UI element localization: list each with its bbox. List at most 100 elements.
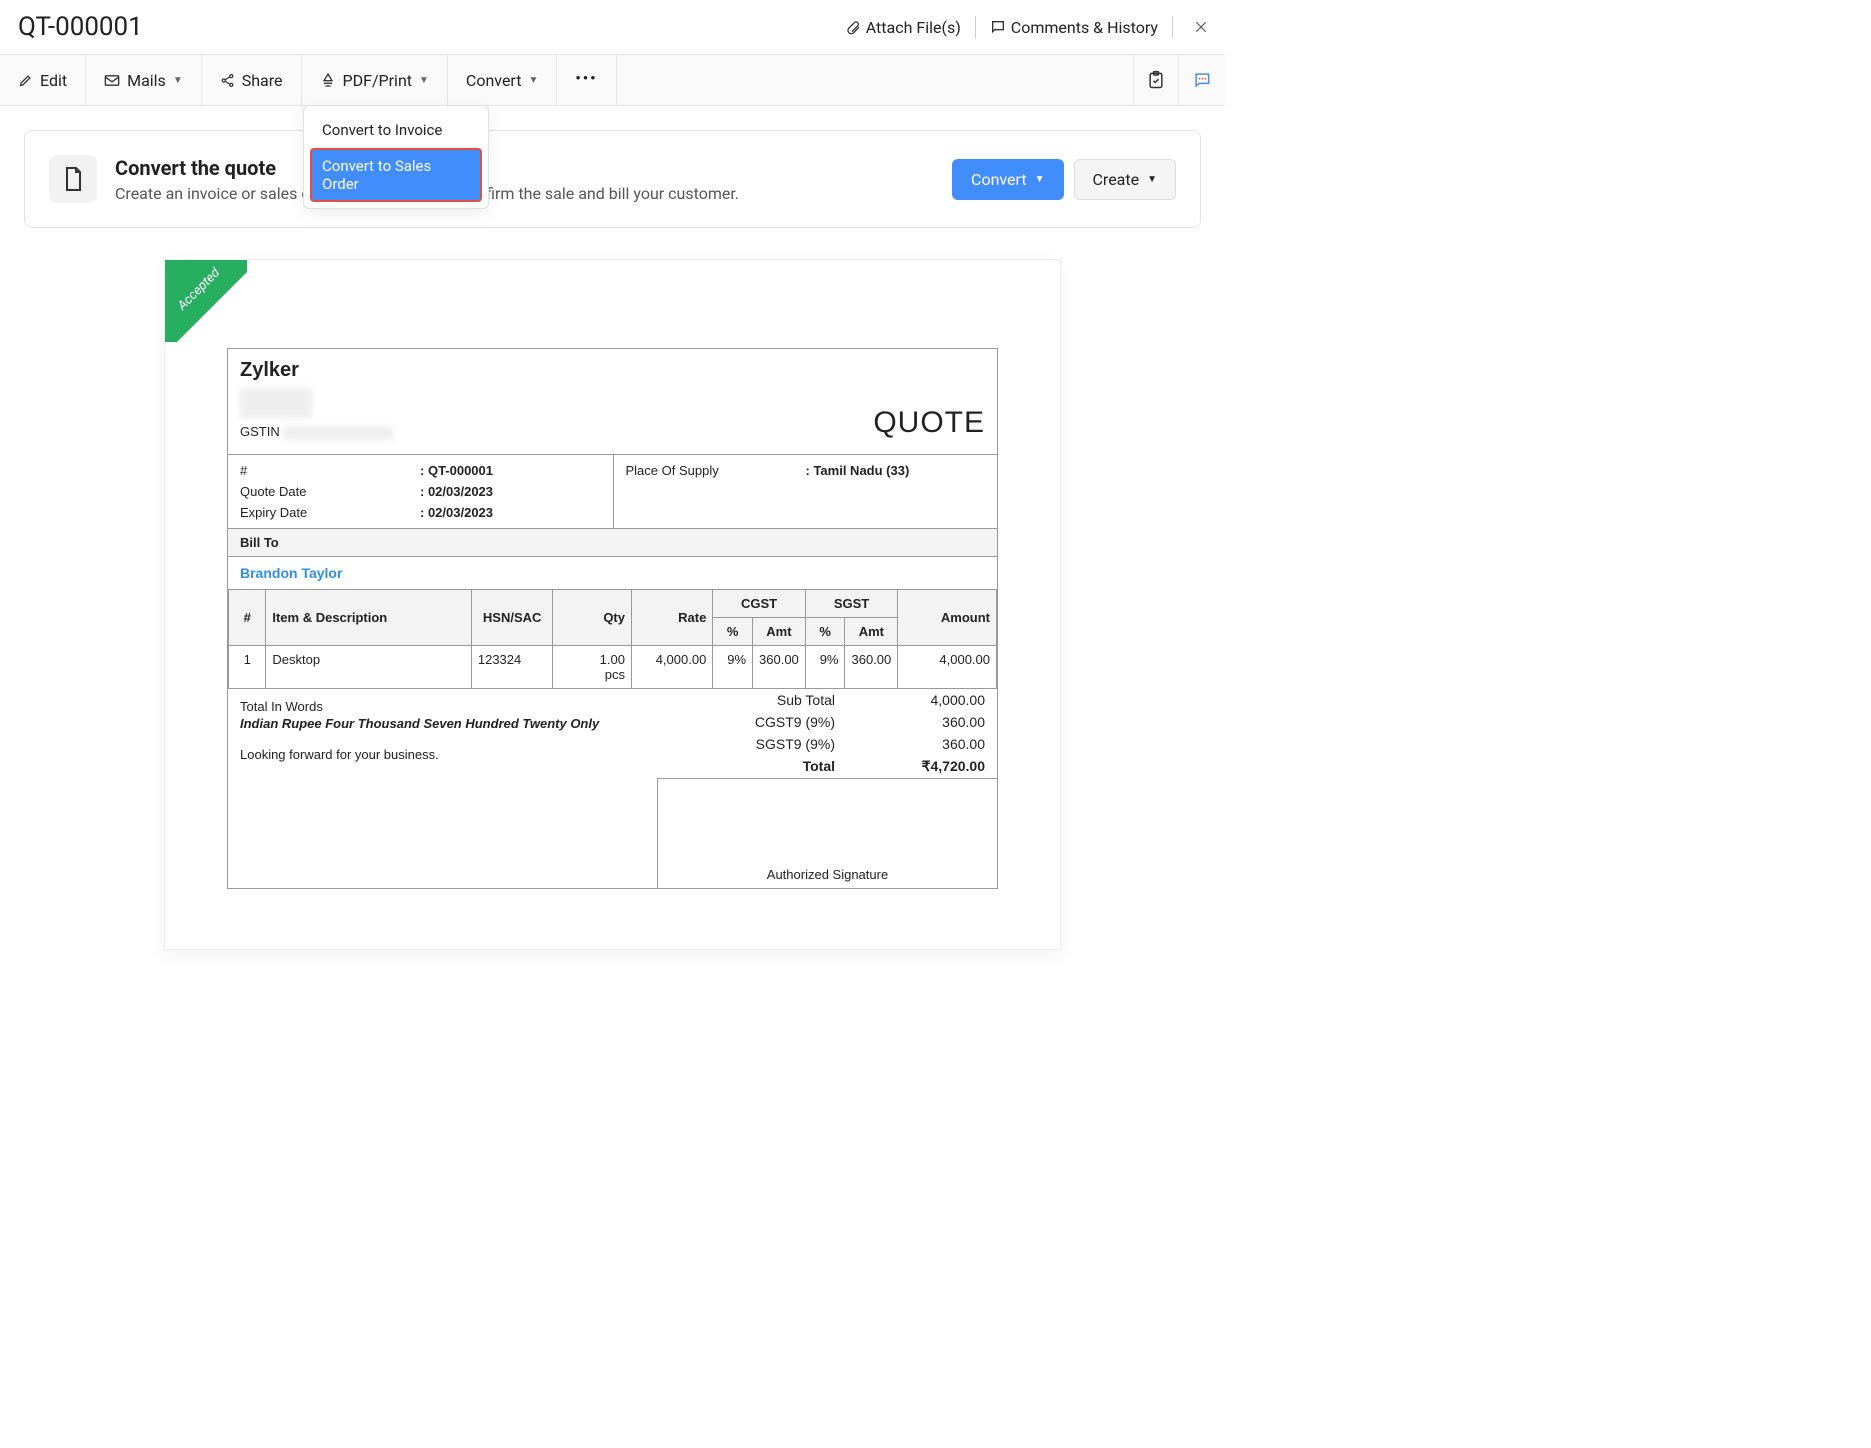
col-sgst: SGST	[805, 589, 897, 617]
quote-document: Accepted Zylker GSTIN QUOTE # QT-000001	[165, 260, 1060, 949]
cell-amount: 4,000.00	[898, 645, 997, 688]
total-label: Total	[669, 758, 865, 775]
share-button[interactable]: Share	[202, 55, 302, 105]
mails-button[interactable]: Mails ▼	[86, 55, 202, 105]
chat-button[interactable]	[1178, 55, 1225, 105]
col-item: Item & Description	[266, 589, 472, 645]
subtotal-label: Sub Total	[669, 692, 865, 708]
col-cgst-pct: %	[713, 617, 753, 645]
cell-sgst-amt: 360.00	[845, 645, 898, 688]
col-hsn: HSN/SAC	[471, 589, 553, 645]
edit-button[interactable]: Edit	[0, 55, 86, 105]
comment-icon	[990, 19, 1006, 35]
convert-label: Convert	[466, 71, 522, 90]
document-icon	[49, 155, 97, 203]
chevron-down-icon: ▼	[528, 75, 538, 86]
pencil-icon	[18, 73, 33, 88]
redacted-address	[240, 388, 312, 418]
clipboard-icon	[1146, 69, 1166, 91]
bill-to-name[interactable]: Brandon Taylor	[228, 556, 997, 589]
more-icon: •••	[575, 69, 597, 87]
col-cgst-amt: Amt	[753, 617, 806, 645]
attach-files-button[interactable]: Attach File(s)	[845, 18, 961, 37]
col-amount: Amount	[898, 589, 997, 645]
total-in-words-value: Indian Rupee Four Thousand Seven Hundred…	[240, 716, 645, 731]
card-create-button[interactable]: Create ▼	[1074, 159, 1177, 200]
cell-hsn: 123324	[471, 645, 553, 688]
more-button[interactable]: •••	[557, 55, 616, 105]
share-icon	[220, 73, 235, 88]
checklist-button[interactable]	[1133, 55, 1178, 105]
pdf-print-label: PDF/Print	[343, 71, 413, 90]
convert-dropdown: Convert to Invoice Convert to Sales Orde…	[303, 105, 489, 209]
share-label: Share	[242, 71, 283, 90]
cgst-value: 360.00	[865, 714, 985, 730]
card-convert-label: Convert	[971, 170, 1027, 189]
cell-cgst-pct: 9%	[713, 645, 753, 688]
col-idx: #	[229, 589, 266, 645]
pdf-icon	[320, 72, 336, 88]
doc-type: QUOTE	[873, 406, 985, 440]
col-sgst-amt: Amt	[845, 617, 898, 645]
total-in-words-label: Total In Words	[240, 699, 645, 714]
signature-box: Authorized Signature	[657, 778, 997, 888]
status-ribbon: Accepted	[165, 260, 247, 342]
pdf-print-button[interactable]: PDF/Print ▼	[302, 55, 448, 105]
close-button[interactable]	[1187, 19, 1215, 35]
col-qty: Qty	[553, 589, 632, 645]
quote-date-value: 02/03/2023	[420, 484, 601, 499]
chevron-down-icon: ▼	[1147, 174, 1157, 185]
table-row: 1 Desktop 123324 1.00 pcs 4,000.00 9% 36…	[229, 645, 997, 688]
cell-cgst-amt: 360.00	[753, 645, 806, 688]
expiry-date-label: Expiry Date	[240, 505, 420, 520]
convert-button[interactable]: Convert ▼	[448, 55, 557, 105]
page-title: QT-000001	[18, 12, 143, 42]
cell-item: Desktop	[266, 645, 472, 688]
attach-files-label: Attach File(s)	[866, 18, 961, 37]
card-convert-button[interactable]: Convert ▼	[952, 159, 1063, 200]
sgst-label: SGST9 (9%)	[669, 736, 865, 752]
mails-label: Mails	[127, 71, 166, 90]
place-of-supply-label: Place Of Supply	[626, 463, 806, 520]
status-ribbon-label: Accepted	[165, 260, 240, 330]
col-cgst: CGST	[713, 589, 805, 617]
card-create-label: Create	[1093, 170, 1140, 189]
mail-icon	[104, 74, 120, 87]
quote-number-label: #	[240, 463, 420, 478]
chevron-down-icon: ▼	[419, 75, 429, 86]
cell-rate: 4,000.00	[631, 645, 712, 688]
quote-number-value: QT-000001	[420, 463, 601, 478]
edit-label: Edit	[40, 71, 67, 90]
signature-label: Authorized Signature	[658, 867, 997, 882]
paperclip-icon	[845, 18, 861, 36]
chevron-down-icon: ▼	[173, 75, 183, 86]
comments-history-label: Comments & History	[1011, 18, 1158, 37]
cell-idx: 1	[229, 645, 266, 688]
place-of-supply-value: Tamil Nadu (33)	[806, 463, 986, 520]
subtotal-value: 4,000.00	[865, 692, 985, 708]
cgst-label: CGST9 (9%)	[669, 714, 865, 730]
line-items-table: # Item & Description HSN/SAC Qty Rate CG…	[228, 589, 997, 689]
cell-sgst-pct: 9%	[805, 645, 845, 688]
cell-qty: 1.00 pcs	[553, 645, 632, 688]
gstin-label: GSTIN	[240, 424, 280, 439]
page-header: QT-000001 Attach File(s) Comments & Hist…	[0, 0, 1225, 54]
total-value: ₹4,720.00	[865, 758, 985, 775]
chat-icon	[1191, 70, 1213, 90]
col-rate: Rate	[631, 589, 712, 645]
sgst-value: 360.00	[865, 736, 985, 752]
quote-date-label: Quote Date	[240, 484, 420, 499]
footer-note: Looking forward for your business.	[240, 747, 645, 762]
divider	[1172, 16, 1173, 38]
company-name: Zylker	[240, 359, 393, 382]
bill-to-header: Bill To	[228, 528, 997, 556]
col-sgst-pct: %	[805, 617, 845, 645]
divider	[975, 16, 976, 38]
convert-to-sales-order-item[interactable]: Convert to Sales Order	[310, 148, 482, 202]
comments-history-button[interactable]: Comments & History	[990, 18, 1158, 37]
convert-to-invoice-item[interactable]: Convert to Invoice	[310, 112, 482, 148]
toolbar: Edit Mails ▼ Share PDF/Print ▼ Convert ▼	[0, 54, 1225, 106]
expiry-date-value: 02/03/2023	[420, 505, 601, 520]
convert-quote-card: Convert the quote Create an invoice or s…	[24, 130, 1201, 228]
chevron-down-icon: ▼	[1035, 174, 1045, 185]
